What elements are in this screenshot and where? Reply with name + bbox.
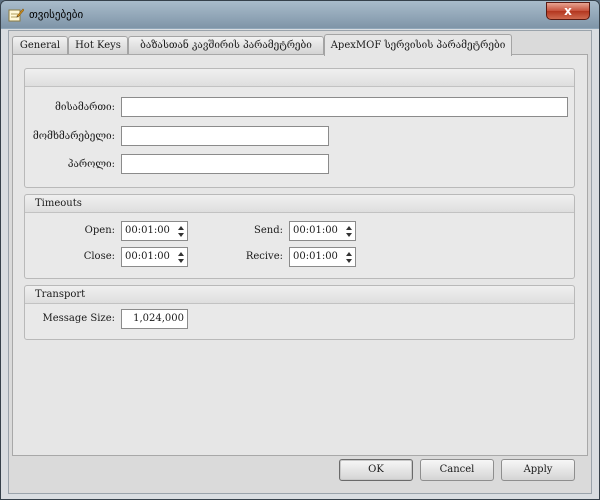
address-label: მისამართი: [54,102,115,113]
send-label: Send: [254,225,283,236]
user-input[interactable] [121,126,329,146]
apply-button[interactable]: Apply [501,459,575,481]
tab-hot-keys[interactable]: Hot Keys [68,36,128,55]
transport-header: Transport [25,286,574,304]
connection-group-header [25,69,574,87]
spin-down-icon[interactable] [346,233,352,237]
password-input[interactable] [121,154,329,174]
ok-button[interactable]: OK [339,459,413,481]
dialog-body: General Hot Keys ბაზასთან კავშირის პარამ… [8,30,592,494]
spin-up-icon[interactable] [346,252,352,256]
address-input[interactable] [121,97,568,117]
cancel-button[interactable]: Cancel [420,459,494,481]
properties-window: თვისებები x General Hot Keys ბაზასთან კა… [0,0,600,500]
close-timeout-value: 00:01:00 [125,251,170,262]
spin-up-icon[interactable] [178,252,184,256]
tab-apexmof-service[interactable]: ApexMOF სერვისის პარამეტრები [324,34,512,56]
close-label: Close: [83,251,115,262]
user-label: მომხმარებელი: [32,131,115,142]
open-label: Open: [84,225,115,236]
recive-timeout-value: 00:01:00 [293,251,338,262]
transport-group: Transport Message Size: 1,024,000 [24,285,575,340]
connection-group: მისამართი: მომხმარებელი: პაროლი: [24,68,575,188]
close-icon: x [564,4,572,18]
spin-down-icon[interactable] [346,259,352,263]
send-timeout-spinner[interactable]: 00:01:00 [289,221,356,241]
open-timeout-spinner[interactable]: 00:01:00 [121,221,188,241]
window-title: თვისებები [29,8,84,21]
message-size-input[interactable]: 1,024,000 [121,309,188,329]
open-timeout-value: 00:01:00 [125,225,170,236]
tab-database-connection[interactable]: ბაზასთან კავშირის პარამეტრები [128,36,324,55]
spin-up-icon[interactable] [178,226,184,230]
spin-down-icon[interactable] [178,259,184,263]
close-timeout-spinner[interactable]: 00:01:00 [121,247,188,267]
message-size-label: Message Size: [42,313,116,324]
notepad-pencil-icon [8,8,24,22]
timeouts-group: Timeouts Open: 00:01:00 Close: 00:01:00 … [24,194,575,279]
close-button[interactable]: x [546,2,590,20]
tab-panel: მისამართი: მომხმარებელი: პაროლი: Timeout… [12,54,588,456]
spin-down-icon[interactable] [178,233,184,237]
spin-up-icon[interactable] [346,226,352,230]
send-timeout-value: 00:01:00 [293,225,338,236]
tab-general[interactable]: General [12,36,68,55]
recive-timeout-spinner[interactable]: 00:01:00 [289,247,356,267]
timeouts-header: Timeouts [25,195,574,213]
recive-label: Recive: [245,251,283,262]
button-bar: OK Cancel Apply [12,456,588,490]
password-label: პაროლი: [67,159,115,170]
title-bar[interactable]: თვისებები x [1,1,599,28]
